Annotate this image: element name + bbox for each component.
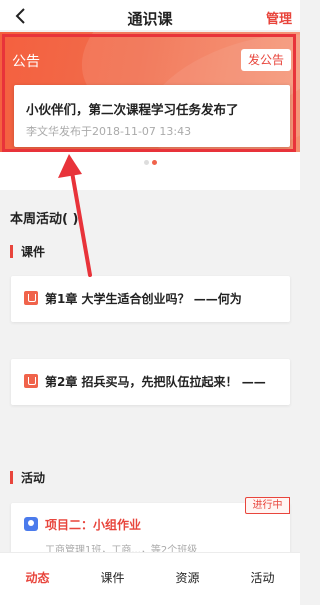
carousel-dot[interactable] bbox=[143, 160, 149, 165]
nav-tab-activities[interactable]: 活动 bbox=[225, 553, 300, 605]
announcement-title: 小伙伴们，第二次课程学习任务发布了 bbox=[26, 102, 239, 117]
courseware-icon bbox=[24, 374, 38, 388]
announcement-card[interactable]: 小伙伴们，第二次课程学习任务发布了 李文华发布于2018-11-07 13:43 bbox=[14, 85, 290, 147]
courseware-label: 课件 bbox=[21, 245, 46, 259]
courseware-section-label: 课件 bbox=[10, 243, 45, 260]
weekly-activities-heading: 本周活动( ) bbox=[10, 212, 79, 227]
courseware-icon bbox=[24, 291, 38, 305]
section-marker bbox=[10, 245, 13, 258]
courseware-title: 第2章 招兵买马，先把队伍拉起来！ —— bbox=[45, 375, 266, 389]
activity-section-label: 活动 bbox=[10, 469, 45, 486]
page-title: 通识课 bbox=[127, 10, 173, 28]
carousel-indicator bbox=[0, 160, 300, 165]
section-marker bbox=[10, 471, 13, 484]
announcement-meta: 李文华发布于2018-11-07 13:43 bbox=[26, 125, 192, 138]
carousel-dot-active[interactable] bbox=[151, 160, 157, 165]
nav-tab-resources[interactable]: 资源 bbox=[150, 553, 225, 605]
carousel-area bbox=[0, 152, 300, 190]
courseware-title: 第1章 大学生适合创业吗？ ——何为 bbox=[45, 292, 242, 306]
status-badge: 进行中 bbox=[245, 497, 290, 514]
post-announcement-button[interactable]: 发公告 bbox=[241, 49, 291, 71]
courseware-item[interactable]: 第1章 大学生适合创业吗？ ——何为 bbox=[11, 276, 290, 322]
courseware-item[interactable]: 第2章 招兵买马，先把队伍拉起来！ —— bbox=[11, 359, 290, 405]
activity-label: 活动 bbox=[21, 471, 46, 485]
top-bar: 通识课 管理 bbox=[0, 4, 300, 30]
group-icon bbox=[24, 517, 38, 531]
manage-button[interactable]: 管理 bbox=[266, 8, 292, 27]
announcement-label: 公告 bbox=[12, 54, 40, 70]
nav-tab-courseware[interactable]: 课件 bbox=[75, 553, 150, 605]
bottom-nav: 动态 课件 资源 活动 bbox=[0, 552, 300, 605]
nav-tab-feed[interactable]: 动态 bbox=[0, 553, 75, 605]
activity-title: 项目二：小组作业 bbox=[45, 518, 142, 532]
